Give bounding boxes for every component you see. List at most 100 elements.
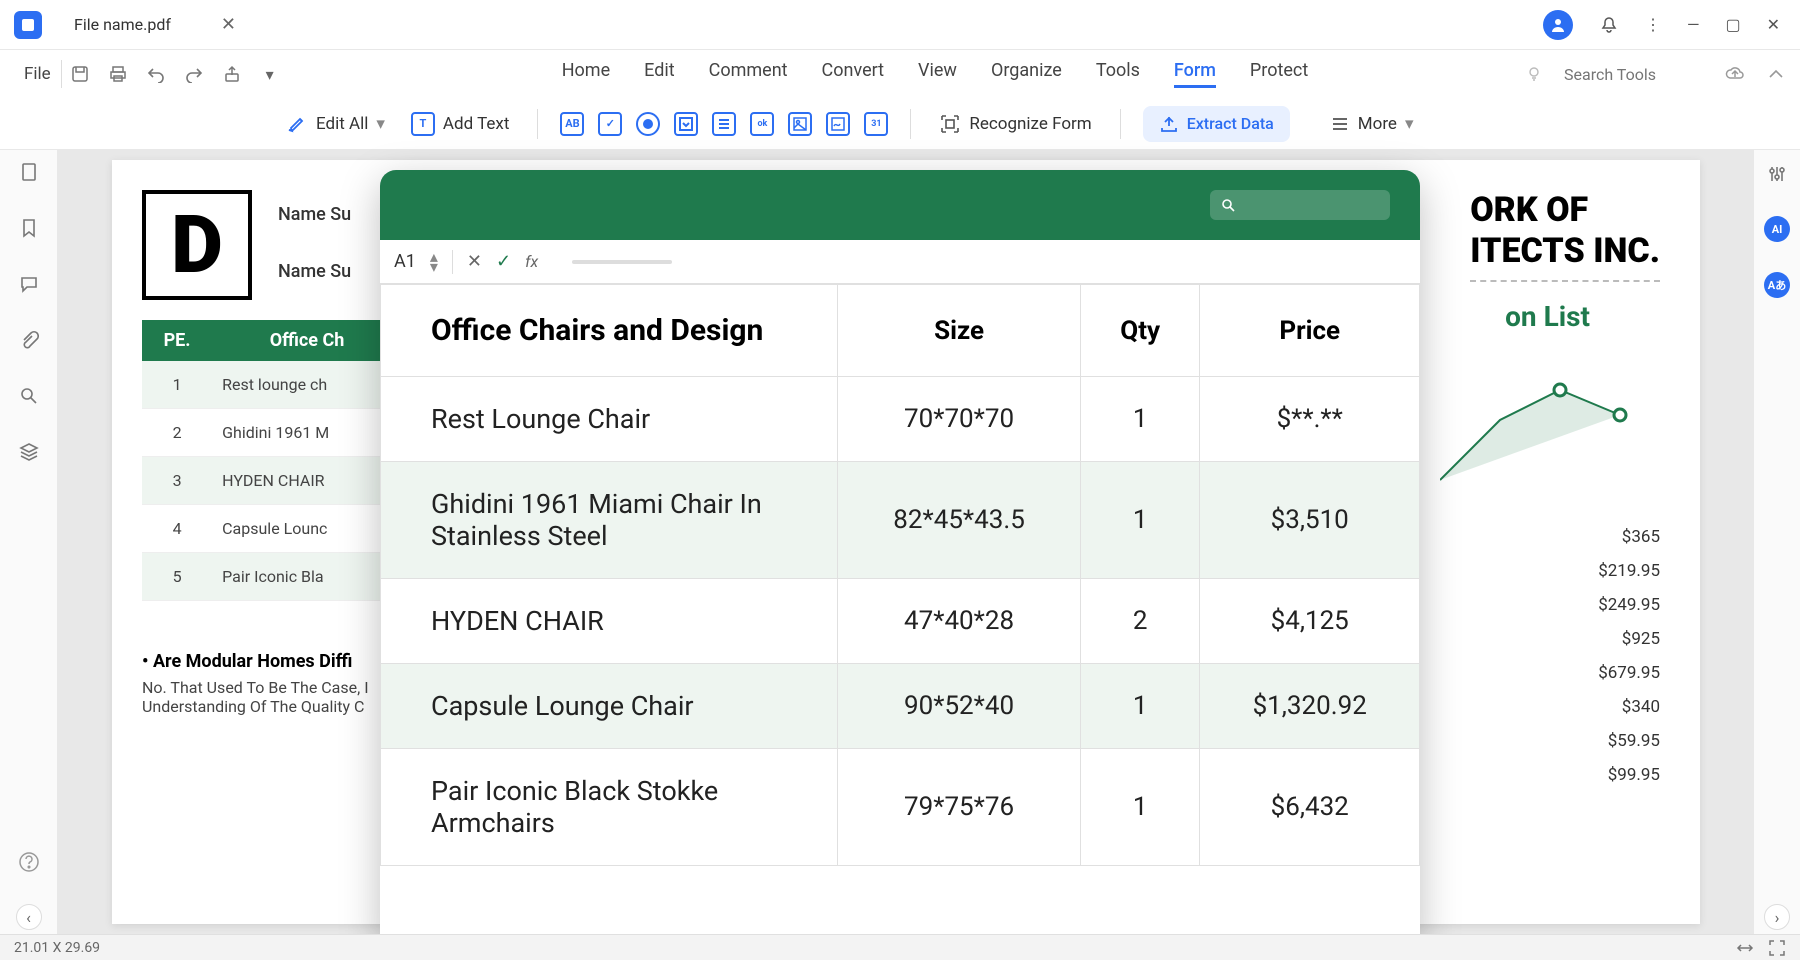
sheet-search-input[interactable] [1210,190,1390,220]
file-menu[interactable]: File [14,60,62,88]
right-sidebar: AI Aあ › [1754,150,1800,934]
extract-data-button[interactable]: Extract Data [1143,106,1290,142]
tab-convert[interactable]: Convert [822,60,885,88]
fit-width-icon[interactable] [1736,939,1754,957]
share-icon[interactable] [222,64,242,84]
table-row: Rest Lounge Chair 70*70*70 1 $**.** [381,377,1420,462]
tab-view[interactable]: View [918,60,957,88]
radio-field-icon[interactable] [636,112,660,136]
name-field-1: Name Su [278,204,351,225]
qat-dropdown-icon[interactable]: ▾ [260,64,280,84]
document-tab[interactable]: File name.pdf ✕ [56,0,254,50]
extract-data-label: Extract Data [1187,114,1274,133]
sheet-panel-header [380,170,1420,240]
cell-ref-stepper-icon[interactable]: ▴▾ [430,252,438,271]
dropdown-field-icon[interactable] [674,112,698,136]
left-sidebar: ‹ [0,150,58,934]
signature-field-icon[interactable] [826,112,850,136]
table-row: Ghidini 1961 Miami Chair In Stainless St… [381,462,1420,579]
date-field-icon[interactable]: 31 [864,112,888,136]
formula-bar: A1 ▴▾ ✕ ✓ fx [380,240,1420,284]
thumbnails-icon[interactable] [17,160,41,184]
redo-icon[interactable] [184,64,204,84]
window-close-icon[interactable]: ✕ [1767,15,1780,34]
tab-organize[interactable]: Organize [991,60,1062,88]
cancel-formula-icon[interactable]: ✕ [467,251,482,272]
sidebar-collapse-right-icon[interactable]: › [1764,904,1790,930]
page-dimensions: 21.01 X 29.69 [14,940,100,956]
listbox-field-icon[interactable] [712,112,736,136]
header-row: Office Chairs and Design Size Qty Price [381,285,1420,377]
col-header-size[interactable]: Size [838,285,1081,377]
image-field-icon[interactable] [788,112,812,136]
table-row: Capsule Lounge Chair 90*52*40 1 $1,320.9… [381,664,1420,749]
comments-icon[interactable] [17,272,41,296]
add-text-button[interactable]: T Add Text [405,108,515,140]
doc-title-right: ORK OF ITECTS INC. [1470,190,1660,282]
bell-icon[interactable] [1599,15,1619,35]
layers-icon[interactable] [17,440,41,464]
edit-all-button[interactable]: Edit All ▾ [280,109,391,139]
cloud-upload-icon[interactable] [1724,63,1746,85]
kebab-menu-icon[interactable]: ⋮ [1645,15,1661,34]
tab-edit[interactable]: Edit [644,60,674,88]
tab-home[interactable]: Home [562,60,610,88]
user-avatar-icon[interactable] [1543,10,1573,40]
name-field-2: Name Su [278,261,351,282]
extracted-data-panel[interactable]: A1 ▴▾ ✕ ✓ fx Office Chairs and Design Si… [380,170,1420,950]
search-tools-input[interactable] [1564,65,1704,84]
statusbar: 21.01 X 29.69 [0,934,1800,960]
recognize-form-label: Recognize Form [969,114,1091,134]
save-icon[interactable] [70,64,90,84]
accept-formula-icon[interactable]: ✓ [496,251,511,272]
formula-input[interactable] [572,260,672,264]
app-icon[interactable] [14,11,42,39]
main-tabs: Home Edit Comment Convert View Organize … [562,60,1309,88]
help-icon[interactable] [17,850,41,874]
col-header-price[interactable]: Price [1200,285,1420,377]
more-button[interactable]: More ▾ [1324,110,1420,138]
price-list: $365 $219.95 $249.95 $925 $679.95 $340 $… [1598,520,1660,792]
fullscreen-icon[interactable] [1768,939,1786,957]
company-logo: D [142,190,252,300]
print-icon[interactable] [108,64,128,84]
tab-comment[interactable]: Comment [709,60,788,88]
tab-protect[interactable]: Protect [1250,60,1308,88]
tab-form[interactable]: Form [1174,60,1216,88]
recognize-form-button[interactable]: Recognize Form [933,109,1097,139]
checkbox-field-icon[interactable]: ✓ [598,112,622,136]
col-header-name[interactable]: Office Chairs and Design [381,285,838,377]
more-label: More [1358,114,1397,134]
table-row: Pair Iconic Black Stokke Armchairs 79*75… [381,749,1420,866]
menubar: File ▾ Home Edit Comment Convert View Or… [0,50,1800,98]
edit-all-label: Edit All [316,114,368,134]
table-row: HYDEN CHAIR 47*40*28 2 $4,125 [381,579,1420,664]
sparkline-chart [1440,360,1640,500]
translate-badge-icon[interactable]: Aあ [1764,272,1790,298]
cell-reference[interactable]: A1 [394,251,416,272]
lightbulb-icon[interactable] [1524,64,1544,84]
search-icon[interactable] [17,384,41,408]
window-minimize-icon[interactable]: — [1687,15,1700,34]
bookmarks-icon[interactable] [17,216,41,240]
bg-table: PE.Office Ch 1Rest lounge ch 2Ghidini 19… [142,320,402,601]
text-field-icon[interactable]: AB [560,112,584,136]
tab-tools[interactable]: Tools [1096,60,1140,88]
collapse-ribbon-icon[interactable] [1766,64,1786,84]
ai-badge-icon[interactable]: AI [1764,216,1790,242]
fx-icon[interactable]: fx [525,252,538,271]
button-field-icon[interactable]: ok [750,112,774,136]
tab-close-icon[interactable]: ✕ [221,14,236,35]
form-ribbon: Edit All ▾ T Add Text AB ✓ ok 31 Recogni… [0,98,1800,150]
undo-icon[interactable] [146,64,166,84]
separator [1120,109,1121,139]
add-text-label: Add Text [443,114,509,134]
sheet-table[interactable]: Office Chairs and Design Size Qty Price … [380,284,1420,866]
attachments-icon[interactable] [17,328,41,352]
settings-sliders-icon[interactable] [1765,162,1789,186]
window-maximize-icon[interactable]: ▢ [1725,15,1740,34]
col-header-qty[interactable]: Qty [1080,285,1199,377]
sidebar-collapse-left-icon[interactable]: ‹ [16,904,42,930]
separator [910,109,911,139]
quick-access-toolbar: ▾ [70,64,280,84]
